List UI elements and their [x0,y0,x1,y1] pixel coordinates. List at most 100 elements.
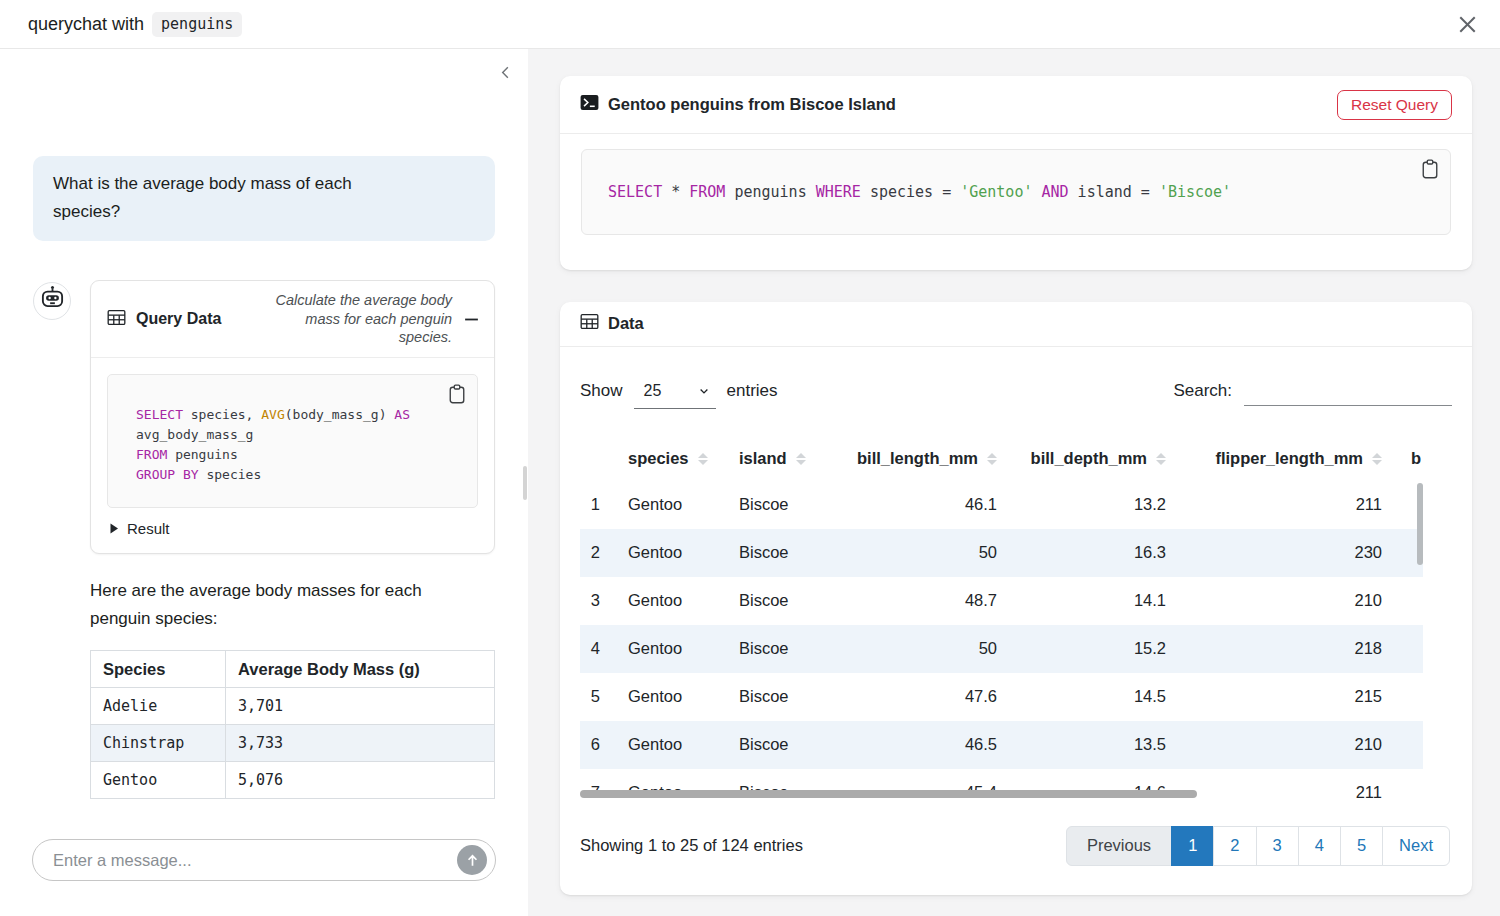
main-panel: Gentoo penguins from Biscoe Island Reset… [528,49,1500,916]
triangle-right-icon [109,523,119,534]
top-bar: querychat with penguins [0,0,1500,49]
chat-sidebar: What is the average body mass of each sp… [0,49,528,916]
chat-table-header: Species [91,651,226,688]
data-table-cell: 14.5 [1001,673,1170,721]
data-table-cell: 14.1 [1001,577,1170,625]
data-table-cell: 2 [580,529,604,577]
assistant-message-body: Query Data Calculate the average body ma… [90,280,495,800]
pagination: Previous12345Next [1066,826,1450,866]
terminal-icon [580,93,599,116]
data-table-cell: 4 [580,625,604,673]
data-table-cell: 218 [1170,625,1386,673]
page-button-previous[interactable]: Previous [1066,826,1172,866]
page-button-2[interactable]: 2 [1213,826,1256,866]
data-table-cell: Gentoo [604,721,715,769]
page-button-3[interactable]: 3 [1256,826,1299,866]
column-header-species[interactable]: species [604,437,715,481]
data-table-cell: 210 [1170,721,1386,769]
chat-table-cell: 3,701 [226,688,495,725]
copy-icon[interactable] [448,384,466,404]
assistant-text: Here are the average body masses for eac… [90,577,448,633]
chat-input[interactable] [32,839,496,881]
close-icon[interactable] [1457,14,1478,35]
table-footer: Showing 1 to 25 of 124 entries Previous1… [580,826,1452,866]
page-button-1[interactable]: 1 [1171,826,1214,866]
data-table-cell: Biscoe [715,625,815,673]
data-table-zone: speciesislandbill_length_mmbill_depth_mm… [580,437,1423,800]
data-table-cell: 13.5 [1001,721,1170,769]
data-table-row[interactable]: 3GentooBiscoe48.714.1210 [580,577,1423,625]
data-table-row[interactable]: 1GentooBiscoe46.113.2211 [580,481,1423,529]
page-size-select[interactable]: 25 [634,382,716,409]
current-query-card: Gentoo penguins from Biscoe Island Reset… [560,76,1472,270]
user-message: What is the average body mass of each sp… [33,156,495,241]
data-table-cell: 210 [1170,577,1386,625]
data-table-cell: 3 [580,577,604,625]
sort-icon [796,453,806,465]
search-label: Search: [1173,381,1232,401]
search-wrap: Search: [1173,378,1452,406]
reset-query-button[interactable]: Reset Query [1337,90,1452,120]
chat-messages: What is the average body mass of each sp… [0,49,528,839]
data-table-cell: 47.6 [815,673,1001,721]
column-header-bill_depth_mm[interactable]: bill_depth_mm [1001,437,1170,481]
data-table-cell: Gentoo [604,481,715,529]
entries-label: entries [727,381,778,401]
tool-card-title: Query Data [136,310,221,328]
data-table-cell: 230 [1170,529,1386,577]
sort-icon [1156,453,1166,465]
collapse-tool-icon[interactable] [463,311,480,328]
page-button-next[interactable]: Next [1382,826,1450,866]
dataset-badge: penguins [152,12,242,37]
sql-code-block: SELECT species, AVG(body_mass_g) AS avg_… [107,374,478,508]
column-header-island[interactable]: island [715,437,815,481]
table-controls: Show 25 entries Search: [580,378,1452,409]
data-table-row[interactable]: 6GentooBiscoe46.513.5210 [580,721,1423,769]
sql-code: SELECT * FROM penguins WHERE species = '… [608,183,1231,201]
chevron-down-icon [698,385,710,397]
table-icon [107,308,126,331]
sort-icon [987,453,997,465]
data-table-cell: 46.1 [815,481,1001,529]
column-header-flipper_length_mm[interactable]: flipper_length_mm [1170,437,1386,481]
page-button-4[interactable]: 4 [1298,826,1341,866]
search-input[interactable] [1244,378,1452,406]
result-toggle[interactable]: Result [107,520,478,537]
assistant-message: Query Data Calculate the average body ma… [33,280,495,800]
data-card-title: Data [608,314,644,333]
data-table-row[interactable]: 4GentooBiscoe5015.2218 [580,625,1423,673]
data-card: Data Show 25 entries Search: [560,302,1472,895]
data-table-cell: Biscoe [715,721,815,769]
chat-table-header: Average Body Mass (g) [226,651,495,688]
assistant-avatar [33,282,71,320]
data-table-cell [1386,577,1423,625]
chat-table-row: Adelie3,701 [91,688,495,725]
chat-result-table: Species Average Body Mass (g) Adelie3,70… [90,650,495,799]
chat-table-row: Chinstrap3,733 [91,725,495,762]
copy-icon[interactable] [1421,159,1439,179]
horizontal-scrollbar[interactable] [580,790,1197,798]
data-card-header: Data [560,302,1472,347]
data-table-row[interactable]: 5GentooBiscoe47.614.5215 [580,673,1423,721]
tool-call-card: Query Data Calculate the average body ma… [90,280,495,555]
vertical-scrollbar[interactable] [1417,483,1423,565]
show-label: Show [580,381,623,401]
send-button[interactable] [457,845,487,875]
data-table-cell: Gentoo [604,577,715,625]
chat-table-cell: Adelie [91,688,226,725]
data-table-cell: 211 [1170,769,1386,800]
page-button-5[interactable]: 5 [1340,826,1383,866]
data-table-cell: Gentoo [604,625,715,673]
data-table-cell: 48.7 [815,577,1001,625]
column-header-b[interactable]: b [1386,437,1423,481]
data-table-cell: 16.3 [1001,529,1170,577]
panel-resize-handle[interactable] [523,466,527,500]
sql-code-block: SELECT * FROM penguins WHERE species = '… [581,149,1451,235]
column-header-bill_length_mm[interactable]: bill_length_mm [815,437,1001,481]
data-table-cell: 13.2 [1001,481,1170,529]
app-title: querychat with [28,14,144,35]
data-table: speciesislandbill_length_mmbill_depth_mm… [580,437,1423,800]
collapse-sidebar-icon[interactable] [498,65,513,84]
sort-icon [698,453,708,465]
data-table-row[interactable]: 2GentooBiscoe5016.3230 [580,529,1423,577]
